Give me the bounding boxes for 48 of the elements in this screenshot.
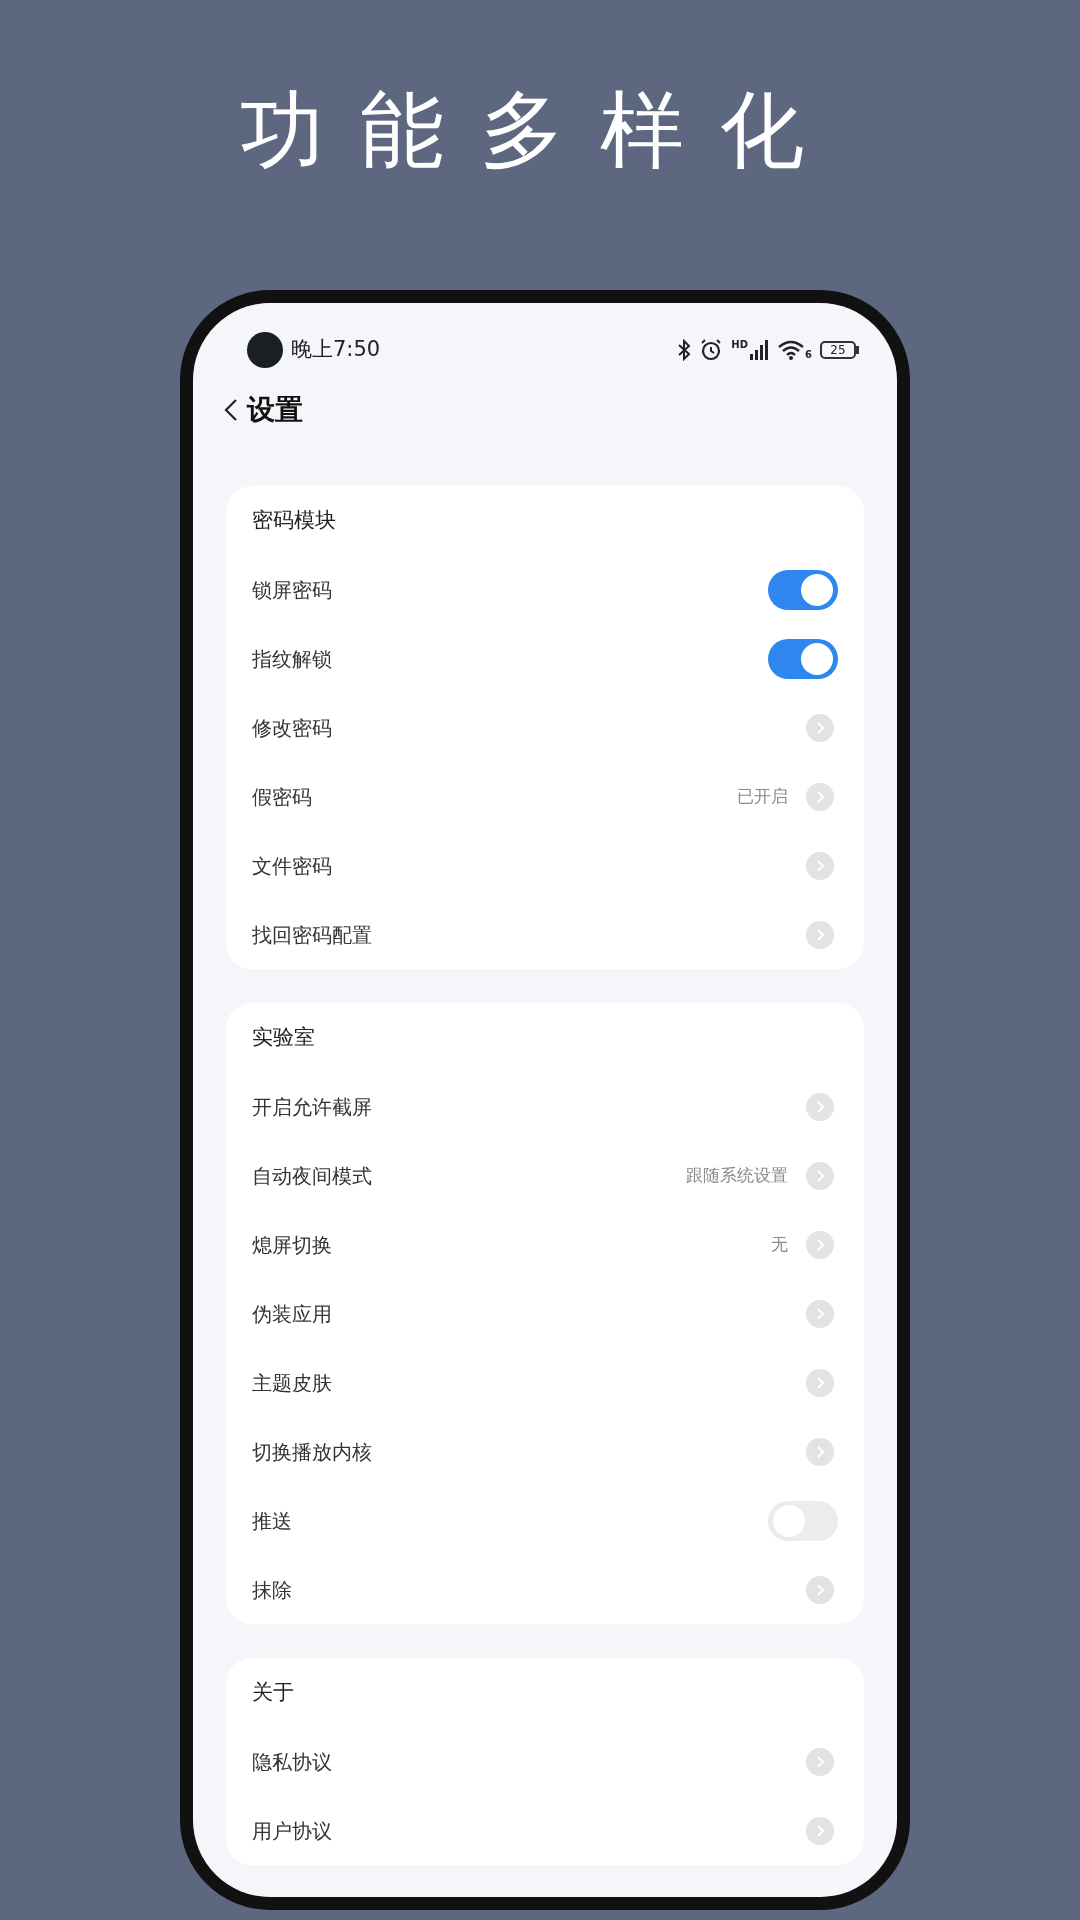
headline: 功能多样化 xyxy=(240,88,840,181)
setting-label: 修改密码 xyxy=(252,714,332,742)
chevron-right-icon[interactable] xyxy=(806,851,834,880)
chevron-right-icon[interactable] xyxy=(806,1816,834,1845)
signal-icon xyxy=(750,340,771,360)
setting-label: 找回密码配置 xyxy=(252,921,372,949)
chevron-right-icon[interactable] xyxy=(806,782,834,811)
setting-label: 假密码 xyxy=(252,783,312,811)
section-title: 关于 xyxy=(252,1678,294,1706)
section-title: 密码模块 xyxy=(252,506,336,534)
setting-label: 用户协议 xyxy=(252,1817,332,1845)
setting-label: 熄屏切换 xyxy=(252,1231,332,1259)
toggle-switch[interactable] xyxy=(768,569,838,610)
setting-label: 推送 xyxy=(252,1507,292,1535)
chevron-right-icon[interactable] xyxy=(806,1161,834,1190)
chevron-right-icon[interactable] xyxy=(806,1437,834,1466)
chevron-right-icon[interactable] xyxy=(806,1747,834,1776)
chevron-right-icon[interactable] xyxy=(806,1230,834,1259)
setting-label: 切换播放内核 xyxy=(252,1438,372,1466)
page-title: 设置 xyxy=(247,392,303,428)
setting-label: 开启允许截屏 xyxy=(252,1093,372,1121)
battery-indicator: 25 xyxy=(820,341,856,359)
chevron-right-icon[interactable] xyxy=(806,1575,834,1604)
setting-label: 抹除 xyxy=(252,1576,292,1604)
back-icon[interactable] xyxy=(223,398,239,422)
section-title: 实验室 xyxy=(252,1023,315,1051)
chevron-right-icon[interactable] xyxy=(806,1299,834,1328)
status-time: 晚上7:50 xyxy=(291,336,381,364)
chevron-right-icon[interactable] xyxy=(806,1368,834,1397)
network-label: HD xyxy=(731,340,749,350)
setting-value: 跟随系统设置 xyxy=(686,1163,788,1187)
camera-icon xyxy=(247,332,283,368)
setting-label: 指纹解锁 xyxy=(252,645,332,673)
setting-label: 锁屏密码 xyxy=(252,576,332,604)
chevron-right-icon[interactable] xyxy=(806,1092,834,1121)
setting-label: 隐私协议 xyxy=(252,1748,332,1776)
chevron-right-icon[interactable] xyxy=(806,920,834,949)
setting-value: 无 xyxy=(771,1232,788,1256)
wifi-label: 6 xyxy=(805,350,812,360)
bluetooth-icon xyxy=(677,339,692,361)
setting-label: 文件密码 xyxy=(252,852,332,880)
setting-label: 自动夜间模式 xyxy=(252,1162,372,1190)
setting-label: 主题皮肤 xyxy=(252,1369,332,1397)
wifi-icon xyxy=(778,340,805,360)
setting-label: 伪装应用 xyxy=(252,1300,332,1328)
toggle-switch[interactable] xyxy=(768,638,838,679)
chevron-right-icon[interactable] xyxy=(806,713,834,742)
setting-value: 已开启 xyxy=(737,784,788,808)
